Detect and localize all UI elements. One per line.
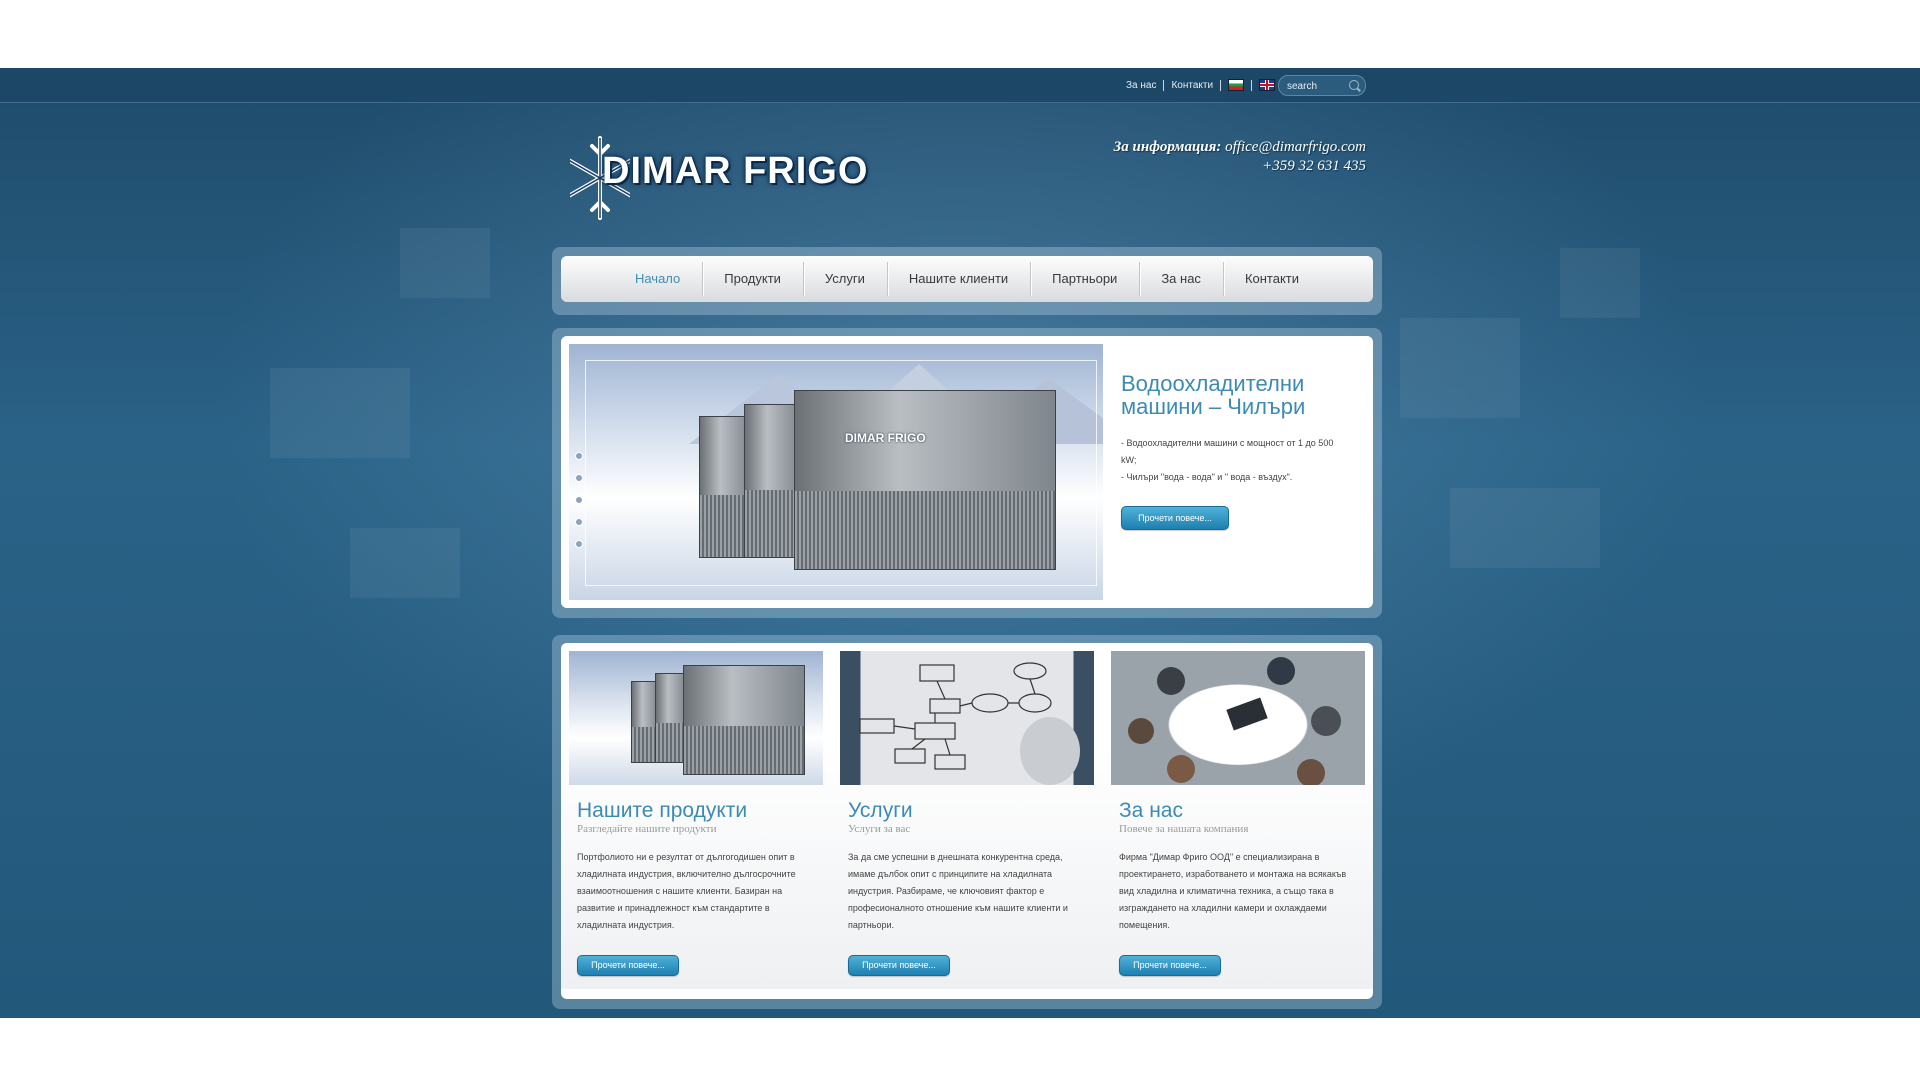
featured-frame: DIMAR FRIGO Водоохладителни машини – Чил… (552, 328, 1382, 618)
slider-dot[interactable] (575, 474, 583, 482)
nav-item-contacts[interactable]: Контакти (1222, 256, 1321, 302)
services-image (840, 651, 1094, 785)
divider (1163, 79, 1165, 91)
main-navigation-frame: Начало Продукти Услуги Нашите клиенти Па… (552, 247, 1382, 315)
slider-dot[interactable] (575, 496, 583, 504)
column-text: За да сме успешни в днешната конкурентна… (848, 852, 1068, 930)
column-title: За нас (1119, 799, 1183, 822)
background-tile (400, 228, 490, 298)
chiller-unit (744, 404, 801, 558)
column-products: Нашите продукти Разгледайте нашите проду… (561, 643, 833, 989)
featured-line: - Чилъри "вода - вода" и " вода - въздух… (1121, 472, 1293, 482)
featured-description: - Водоохладителни машини с мощност от 1 … (1121, 435, 1351, 486)
contact-phone: +359 32 631 435 (1262, 158, 1366, 174)
nav-item-about[interactable]: За нас (1139, 256, 1223, 302)
meeting-icon (1128, 657, 1341, 785)
about-read-more-button[interactable]: Прочети повече... (1119, 955, 1221, 976)
page-background: За нас Контакти search DIMAR FRIGO За ин… (0, 68, 1920, 1018)
nav-item-clients[interactable]: Нашите клиенти (886, 256, 1030, 302)
columns-frame: Нашите продукти Разгледайте нашите проду… (552, 635, 1382, 1009)
chiller-unit: DIMAR FRIGO (794, 390, 1056, 570)
contact-email[interactable]: office@dimarfrigo.com (1225, 139, 1366, 155)
column-subtitle: Услуги за вас (848, 823, 911, 835)
nav-item-services[interactable]: Услуги (802, 256, 887, 302)
search-box (1278, 75, 1366, 96)
divider (1220, 79, 1222, 91)
background-tile (350, 528, 460, 598)
english-flag-icon[interactable] (1259, 79, 1276, 91)
flowchart-icon (859, 662, 1080, 785)
logo[interactable]: DIMAR FRIGO (570, 130, 910, 226)
column-services: Услуги Услуги за вас За да сме успешни в… (832, 643, 1104, 989)
about-image (1111, 651, 1365, 785)
contact-label: За информация: (1113, 139, 1222, 155)
background-tile (270, 368, 410, 458)
products-image (569, 651, 823, 785)
column-about: За нас Повече за нашата компания Фирма "… (1103, 643, 1373, 989)
slider-dot[interactable] (575, 518, 583, 526)
background-tile (1450, 488, 1600, 568)
column-text: Портфолиото ни е резултат от дългогодише… (577, 852, 796, 930)
top-links: За нас Контакти (1126, 68, 1276, 102)
main-navigation: Начало Продукти Услуги Нашите клиенти Па… (561, 256, 1373, 302)
featured-panel: DIMAR FRIGO Водоохладителни машини – Чил… (561, 336, 1373, 608)
slider-dot[interactable] (575, 452, 583, 460)
featured-image: DIMAR FRIGO (569, 344, 1103, 600)
background-tile (1560, 248, 1640, 318)
column-title: Услуги (848, 799, 913, 822)
nav-item-partners[interactable]: Партньори (1030, 256, 1139, 302)
column-title: Нашите продукти (577, 799, 748, 822)
nav-item-products[interactable]: Продукти (702, 256, 803, 302)
background-tile (1400, 318, 1520, 418)
columns-panel: Нашите продукти Разгледайте нашите проду… (561, 643, 1373, 999)
column-subtitle: Повече за нашата компания (1119, 823, 1249, 835)
slider-dots (575, 452, 583, 548)
services-read-more-button[interactable]: Прочети повече... (848, 955, 950, 976)
featured-line: - Водоохладителни машини с мощност от 1 … (1121, 438, 1334, 465)
products-read-more-button[interactable]: Прочети повече... (577, 955, 679, 976)
logo-text: DIMAR FRIGO (602, 150, 869, 192)
header-contact: За информация: office@dimarfrigo.com +35… (1114, 138, 1366, 176)
search-icon[interactable] (1349, 80, 1359, 90)
top-link-contacts[interactable]: Контакти (1171, 80, 1213, 91)
nav-item-home[interactable]: Начало (613, 256, 702, 302)
slider-dot[interactable] (575, 540, 583, 548)
top-bar: За нас Контакти (0, 68, 1920, 103)
hand-shape (1020, 717, 1080, 785)
column-text: Фирма "Димар Фриго ООД" е специализирана… (1119, 852, 1347, 930)
featured-title: Водоохладителни машини – Чилъри (1121, 371, 1306, 419)
chiller-logo: DIMAR FRIGO (845, 431, 926, 445)
divider (1251, 79, 1253, 91)
search-input[interactable] (1285, 78, 1349, 94)
featured-read-more-button[interactable]: Прочети повече... (1121, 506, 1229, 530)
column-subtitle: Разгледайте нашите продукти (577, 823, 717, 835)
top-link-about[interactable]: За нас (1126, 80, 1156, 91)
bulgarian-flag-icon[interactable] (1228, 79, 1245, 91)
